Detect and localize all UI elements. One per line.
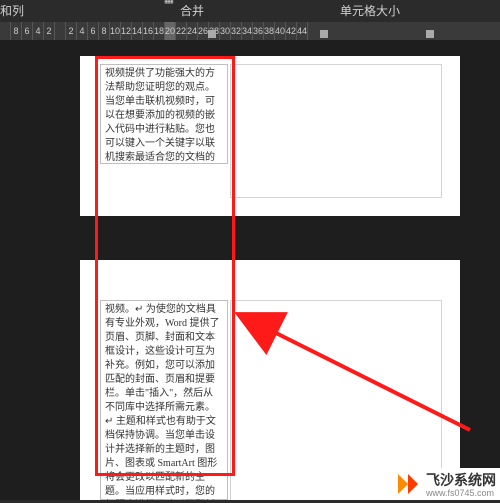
- indent-marker-icon[interactable]: [320, 30, 328, 38]
- table-cell-text[interactable]: 视频提供了功能强大的方法帮助您证明您的观点。当您单击联机视频时，可以在想要添加的…: [100, 64, 228, 164]
- ruler-tick: 8: [99, 22, 110, 40]
- ruler-tick: 34: [242, 22, 253, 40]
- document-canvas[interactable]: 视频提供了功能强大的方法帮助您证明您的观点。当您单击联机视频时，可以在想要添加的…: [0, 40, 500, 500]
- ruler-tick: 44: [297, 22, 308, 40]
- ruler-tick: 18: [154, 22, 165, 40]
- ruler-tick: 10: [110, 22, 121, 40]
- ruler-tick: 36: [253, 22, 264, 40]
- indent-marker-icon[interactable]: [426, 30, 434, 38]
- ruler-tick: 32: [231, 22, 242, 40]
- ruler-tick: 22: [176, 22, 187, 40]
- ruler-tick: 4: [33, 22, 44, 40]
- ruler-tick: 4: [77, 22, 88, 40]
- ruler-tick: [0, 22, 11, 40]
- ruler-tick: 38: [264, 22, 275, 40]
- watermark: 飞沙系统网 www.fs0745.com: [390, 468, 500, 500]
- ruler-tick: 16: [143, 22, 154, 40]
- ruler-tick: 30: [220, 22, 231, 40]
- watermark-url: www.fs0745.com: [426, 488, 496, 498]
- ruler-tick: 24: [187, 22, 198, 40]
- indent-marker-icon[interactable]: [208, 30, 216, 38]
- ribbon-rows-cols-group-label: 和列: [0, 2, 24, 19]
- ruler-tick: 8: [11, 22, 22, 40]
- table-cell-text[interactable]: 视频。↵ 为使您的文档具有专业外观，Word 提供了页眉、页脚、封面和文本框设计…: [100, 300, 228, 500]
- ruler-tick: 6: [88, 22, 99, 40]
- merge-cells-icon[interactable]: ▦: [160, 0, 178, 6]
- ruler-tick: 20: [165, 22, 176, 40]
- ruler-tick: 6: [22, 22, 33, 40]
- horizontal-ruler[interactable]: 8 6 4 2 2 4 6 8 10 12 14 16 18 20 22 24 …: [0, 22, 500, 40]
- page-2[interactable]: 视频。↵ 为使您的文档具有专业外观，Word 提供了页眉、页脚、封面和文本框设计…: [80, 260, 460, 500]
- ruler-tick: 2: [44, 22, 55, 40]
- page-1[interactable]: 视频提供了功能强大的方法帮助您证明您的观点。当您单击联机视频时，可以在想要添加的…: [80, 56, 460, 216]
- ruler-tick: 40: [275, 22, 286, 40]
- ribbon-merge-group-label: 合并: [180, 2, 204, 19]
- table-cell-empty[interactable]: [230, 64, 442, 198]
- watermark-logo-icon: [394, 470, 422, 498]
- ruler-tick: 42: [286, 22, 297, 40]
- ruler-tick: 12: [121, 22, 132, 40]
- ribbon-cellsize-group-label: 单元格大小: [340, 2, 400, 19]
- ribbon-toolbar: 和列 ▦ 合并 单元格大小: [0, 0, 500, 22]
- ruler-tick: 2: [66, 22, 77, 40]
- watermark-text-wrap: 飞沙系统网 www.fs0745.com: [426, 470, 496, 498]
- ruler-tick: 14: [132, 22, 143, 40]
- watermark-title: 飞沙系统网: [426, 472, 496, 488]
- ruler-tick: [55, 22, 66, 40]
